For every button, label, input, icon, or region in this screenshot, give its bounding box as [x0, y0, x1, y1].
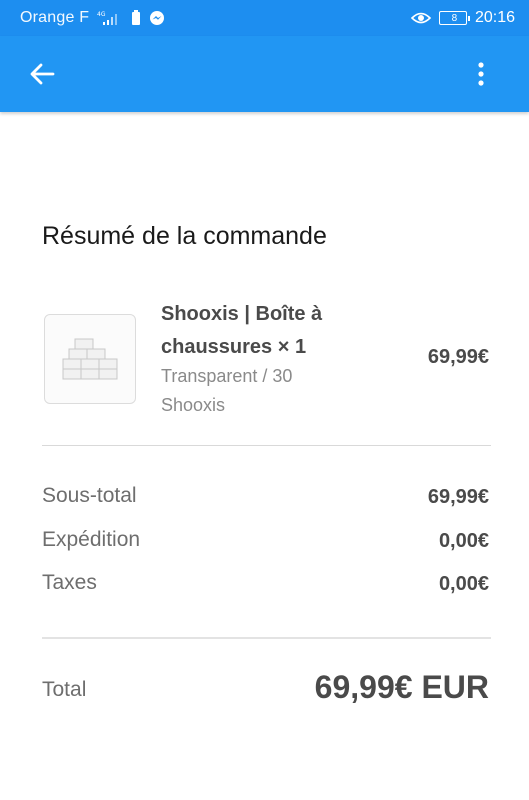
product-name: Shooxis | Boîte à chaussures × 1	[161, 303, 323, 358]
eye-comfort-icon	[410, 11, 431, 25]
battery-saver-icon	[131, 10, 141, 26]
shipping-value: 0,00€	[438, 530, 489, 552]
status-bar-left: Orange F 4G	[20, 9, 165, 27]
app-bar	[0, 36, 529, 112]
status-bar-right: 8 20:16	[410, 9, 515, 27]
messenger-icon	[149, 10, 165, 26]
taxes-label: Taxes	[42, 571, 97, 594]
clock: 20:16	[474, 9, 515, 26]
divider	[42, 445, 491, 446]
subtotal-value: 69,99€	[427, 486, 489, 508]
arrow-left-icon	[30, 63, 55, 85]
carrier-name: Orange F	[20, 9, 90, 26]
shoe-box-icon	[62, 338, 118, 380]
network-type: 4G	[97, 11, 106, 18]
status-bar: Orange F 4G 8 20:16	[0, 0, 529, 36]
total-label: Total	[42, 678, 87, 701]
product-variant: Transparent / 30	[161, 366, 293, 386]
more-options-button[interactable]	[463, 56, 499, 92]
product-image	[44, 314, 136, 404]
battery-icon: 8	[438, 11, 470, 25]
page-title: Résumé de la commande	[42, 222, 327, 250]
divider	[42, 637, 491, 639]
subtotal-label: Sous-total	[42, 484, 137, 507]
signal-icon: 4G	[97, 10, 123, 26]
total-value: 69,99€ EUR	[314, 669, 489, 705]
product-vendor: Shooxis	[161, 395, 226, 415]
product-price: 69,99€	[427, 346, 489, 368]
back-button[interactable]	[22, 56, 62, 92]
more-vert-icon	[478, 62, 484, 86]
battery-level: 8	[451, 12, 458, 24]
shipping-label: Expédition	[42, 528, 141, 551]
taxes-value: 0,00€	[438, 573, 489, 595]
